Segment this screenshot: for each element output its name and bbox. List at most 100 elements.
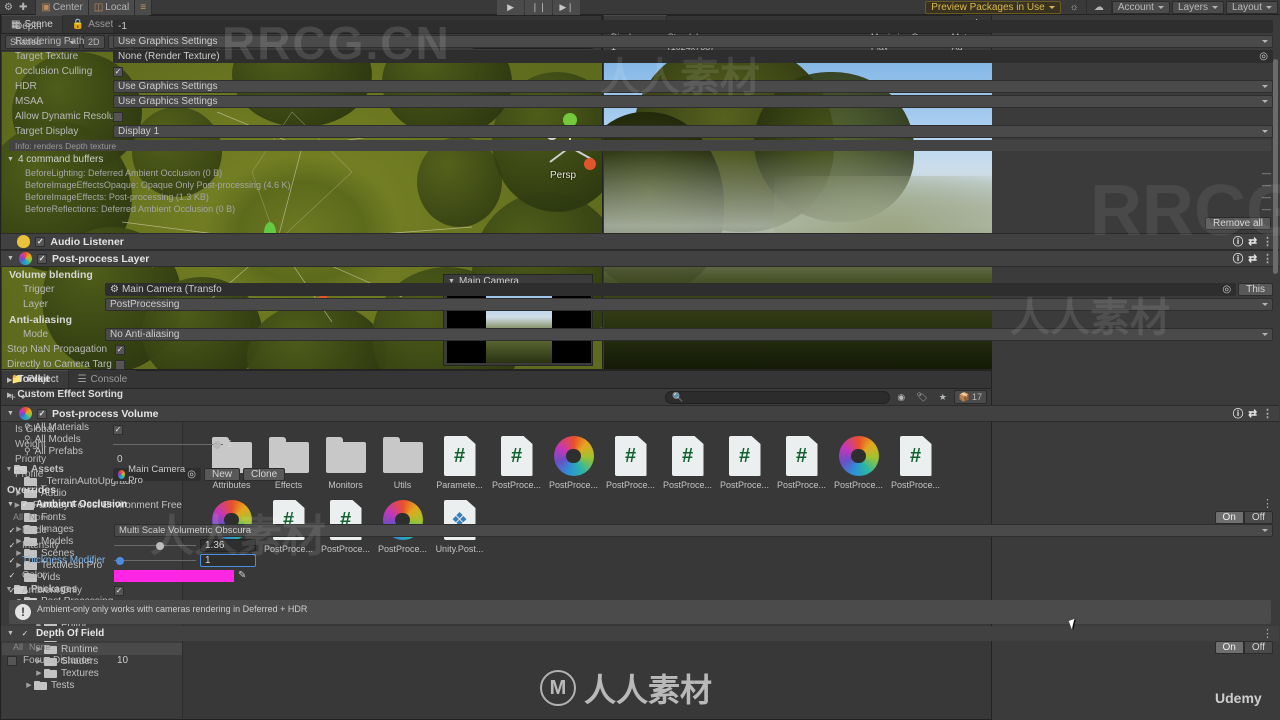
profile-object-field[interactable]: Main Camera Pro ◎ — [113, 464, 201, 486]
ao-override-checkbox[interactable]: ✓ — [7, 571, 17, 581]
component-header-audio-listener[interactable]: ▶ ✓ Audio Listener ⓘ ⇄ ⋮ — [1, 233, 1279, 250]
priority-field[interactable]: 0 — [113, 453, 1273, 466]
pivot-mode-button[interactable]: ▣ Center — [36, 0, 89, 15]
kebab-icon[interactable]: ⋮ — [1262, 499, 1273, 510]
preset-icon[interactable]: ⇄ — [1248, 236, 1257, 248]
audio-listener-enabled-checkbox[interactable]: ✓ — [35, 236, 46, 247]
layer-dropdown[interactable]: PostProcessing — [105, 298, 1273, 311]
camera-property-field[interactable]: Use Graphics Settings — [113, 35, 1273, 48]
hand-tool-group[interactable]: ⚙ ✚ — [0, 0, 37, 15]
ao-value-field[interactable]: 1.36 — [200, 539, 256, 552]
aa-mode-dropdown[interactable]: No Anti-aliasing — [105, 328, 1273, 341]
target-display-dropdown[interactable]: Display 1 — [113, 125, 1273, 138]
stop-nan-checkbox[interactable]: ✓ — [115, 344, 125, 355]
inspector-content[interactable]: Depth -1 Rendering Path Use Graphics Settin… — [1, 19, 1279, 719]
ao-override-checkbox[interactable]: ✓ — [7, 556, 17, 566]
post-process-layer-enabled-checkbox[interactable]: ✓ — [36, 253, 47, 264]
post-process-volume-enabled-checkbox[interactable]: ✓ — [36, 408, 47, 419]
chevron-down-icon[interactable]: ▼ — [7, 410, 14, 417]
ao-slider[interactable] — [114, 554, 196, 567]
ao-on-off-toggle[interactable]: On Off — [1214, 510, 1273, 524]
this-button[interactable]: This — [1238, 283, 1273, 296]
camera-property-field[interactable]: Use Graphics Settings — [113, 80, 1273, 93]
grid-snap-button[interactable]: ≡ — [135, 0, 153, 15]
depth-of-field-header[interactable]: ▼ ✓ Depth Of Field ⋮ — [1, 626, 1279, 641]
camera-property-field[interactable]: Use Graphics Settings — [113, 95, 1273, 108]
remove-command-buffer-icon[interactable]: — — [1262, 168, 1271, 178]
ao-slider[interactable] — [114, 539, 196, 552]
object-picker-icon[interactable]: ◎ — [187, 469, 196, 480]
ambient-occlusion-enabled-checkbox[interactable]: ✓ — [20, 499, 30, 509]
camera-property-checkbox[interactable]: ✓ — [113, 111, 123, 122]
toolkit-foldout[interactable]: ▶ Toolkit — [1, 372, 1279, 387]
layout-button[interactable]: Layout — [1225, 0, 1278, 14]
trigger-object-field[interactable]: ⚙ Main Camera (Transfo ◎ — [105, 283, 1237, 296]
weight-slider[interactable] — [113, 438, 223, 451]
handle-space-button[interactable]: ◫ Local — [88, 0, 136, 15]
weight-slider-knob[interactable] — [213, 440, 221, 449]
is-global-checkbox[interactable]: ✓ — [113, 424, 123, 435]
chevron-down-icon[interactable]: ▼ — [7, 630, 14, 637]
dof-on-off-toggle[interactable]: On Off — [1214, 640, 1273, 654]
preset-icon[interactable]: ⇄ — [1248, 408, 1257, 420]
ao-override-checkbox[interactable]: ✓ — [7, 586, 17, 596]
preview-packages-button[interactable]: Preview Packages in Use — [925, 0, 1061, 14]
camera-property-field[interactable]: None (Render Texture) ◎ — [113, 50, 1273, 63]
account-button[interactable]: Account — [1111, 0, 1170, 14]
direct-to-camera-checkbox[interactable]: ✓ — [115, 359, 125, 370]
focus-distance-checkbox[interactable] — [7, 655, 17, 666]
ao-value-field[interactable]: 1 — [200, 554, 256, 567]
clone-profile-button[interactable]: Clone — [243, 468, 286, 481]
ao-none-label[interactable]: None — [29, 512, 51, 522]
kebab-icon[interactable]: ⋮ — [1262, 236, 1273, 247]
ao-all-label[interactable]: All — [13, 512, 23, 522]
component-header-post-process-volume[interactable]: ▼ ✓ Post-process Volume ⓘ ⇄ ⋮ — [1, 405, 1279, 422]
help-icon[interactable]: ⓘ — [1233, 251, 1244, 266]
chevron-down-icon[interactable]: ▼ — [7, 255, 14, 262]
remove-command-buffer-icon[interactable]: — — [1262, 204, 1271, 214]
chevron-down-icon[interactable]: ▼ — [7, 501, 14, 508]
ao-slider-knob[interactable] — [116, 556, 124, 565]
component-header-post-process-layer[interactable]: ▼ ✓ Post-process Layer ⓘ ⇄ ⋮ — [1, 250, 1279, 267]
object-picker-icon[interactable]: ◎ — [1222, 284, 1231, 295]
help-icon[interactable]: ⓘ — [1233, 234, 1244, 249]
remove-command-buffer-icon[interactable]: — — [1262, 192, 1271, 202]
ao-override-checkbox[interactable]: ✓ — [7, 526, 17, 536]
remove-command-buffer-icon[interactable]: — — [1262, 180, 1271, 190]
ambient-occlusion-header[interactable]: ▼ ✓ Ambient Occlusion ⋮ — [1, 497, 1279, 511]
kebab-icon[interactable]: ⋮ — [1262, 253, 1273, 264]
ao-slider-knob[interactable] — [156, 541, 164, 550]
preset-icon[interactable]: ⇄ — [1248, 253, 1257, 265]
custom-effect-sorting-foldout[interactable]: ▶ Custom Effect Sorting — [1, 387, 1279, 402]
cloud-button[interactable]: ☁ — [1087, 0, 1112, 15]
ao-mode-dropdown[interactable]: Multi Scale Volumetric Obscura — [114, 524, 1273, 537]
weight-value[interactable]: 1 — [227, 439, 279, 450]
dof-all-label[interactable]: All — [13, 642, 23, 652]
ao-color-swatch[interactable] — [114, 569, 234, 582]
kebab-icon[interactable]: ⋮ — [1262, 408, 1273, 419]
remove-all-button[interactable]: Remove all — [1204, 217, 1271, 230]
ao-ambient-only-checkbox[interactable]: ✓ — [114, 585, 124, 596]
dof-none-label[interactable]: None — [29, 642, 51, 652]
layers-button[interactable]: Layers — [1171, 0, 1224, 14]
layer-value: PostProcessing — [110, 299, 180, 310]
pause-button[interactable]: ❘❘ — [525, 0, 553, 15]
play-button[interactable]: ▶ — [497, 0, 525, 15]
dof-off-button[interactable]: Off — [1243, 640, 1273, 654]
camera-property-field[interactable]: -1 — [113, 20, 1273, 33]
step-button[interactable]: ▶❘ — [553, 0, 581, 15]
object-picker-icon[interactable]: ◎ — [1259, 51, 1268, 62]
camera-property-checkbox[interactable]: ✓ — [113, 66, 123, 77]
depth-of-field-enabled-checkbox[interactable]: ✓ — [20, 629, 30, 639]
collab-settings-button[interactable]: ☼ — [1063, 0, 1087, 15]
help-icon[interactable]: ⓘ — [1233, 406, 1244, 421]
kebab-icon[interactable]: ⋮ — [1262, 628, 1273, 639]
inspector-scrollbar[interactable] — [1273, 59, 1278, 274]
ao-override-checkbox[interactable]: ✓ — [7, 541, 17, 551]
dof-on-button[interactable]: On — [1214, 640, 1244, 654]
ao-off-button[interactable]: Off — [1243, 510, 1273, 524]
eyedropper-icon[interactable]: ✎ — [238, 570, 246, 581]
new-profile-button[interactable]: New — [204, 468, 241, 481]
command-buffers-header[interactable]: ▼ 4 command buffers — [1, 152, 1279, 167]
ao-on-button[interactable]: On — [1214, 510, 1244, 524]
